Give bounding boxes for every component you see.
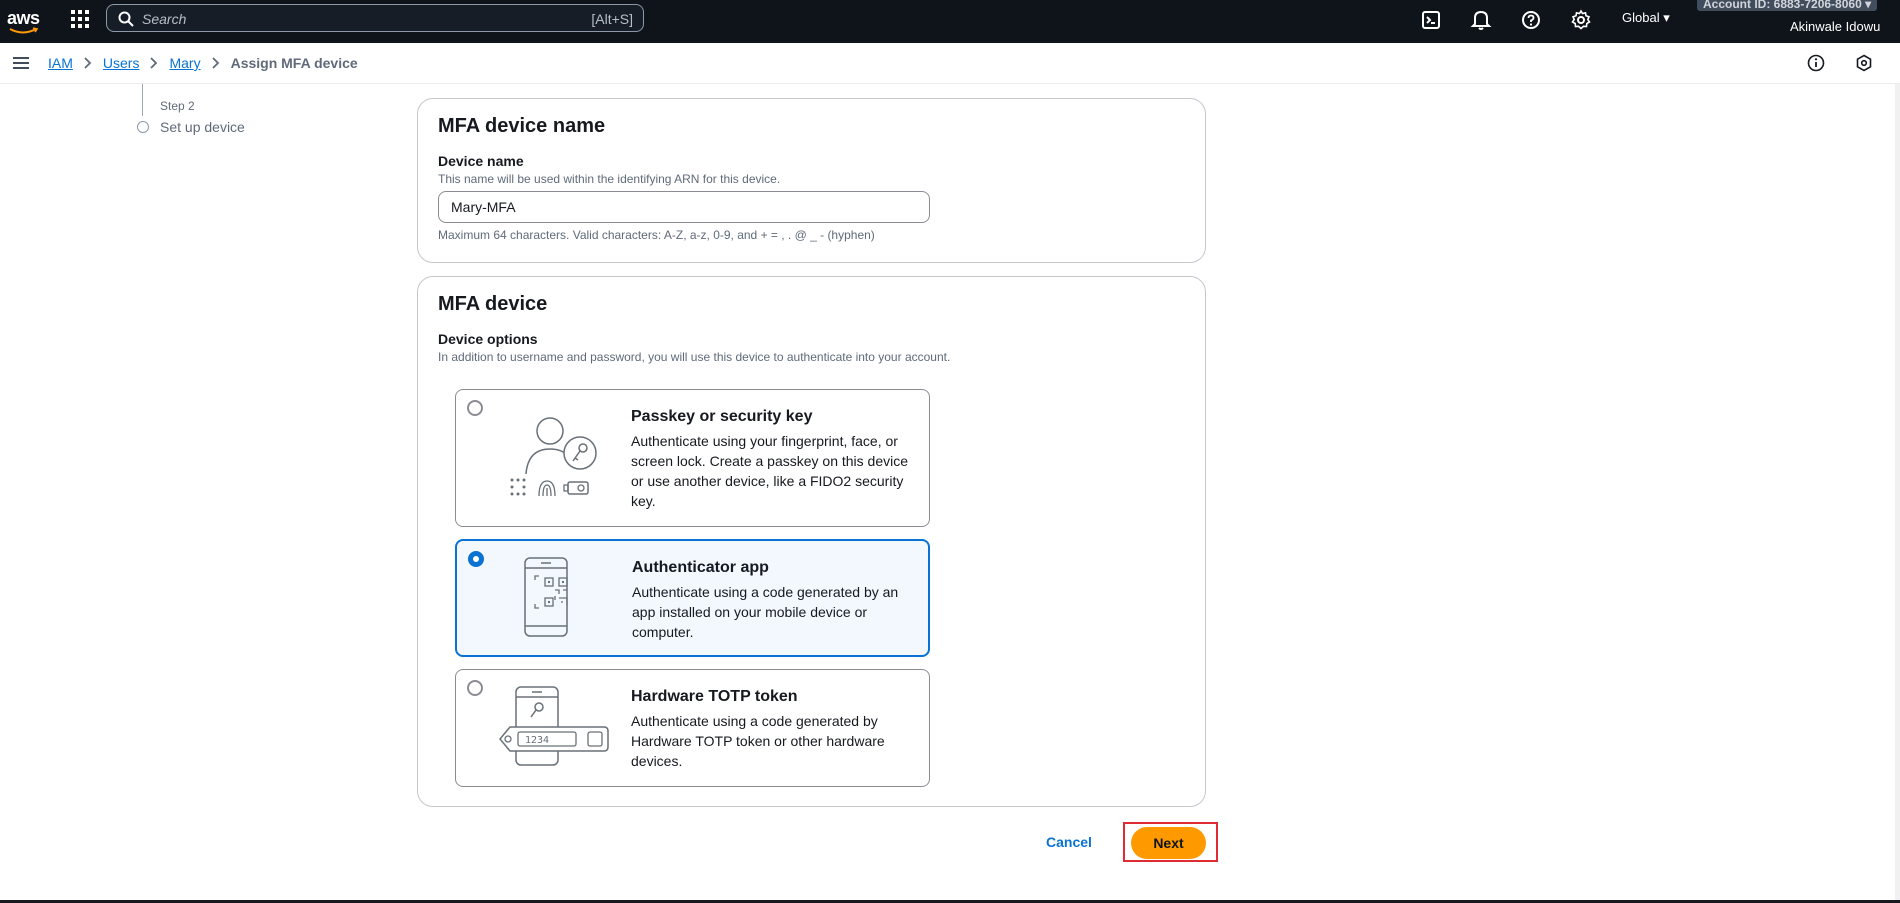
feedback-hexagon-icon[interactable] [1855, 54, 1873, 72]
help-icon[interactable] [1520, 9, 1542, 31]
device-name-label: Device name [438, 153, 524, 169]
authenticator-app-radio[interactable] [468, 551, 484, 567]
breadcrumb-mary[interactable]: Mary [169, 55, 200, 71]
option-title: Authenticator app [632, 559, 769, 576]
cloudshell-icon[interactable] [1421, 9, 1443, 31]
top-navigation: aws Search [Alt+S] Global ▾ Account ID: … [0, 0, 1900, 43]
settings-gear-icon[interactable] [1570, 9, 1592, 31]
next-button[interactable]: Next [1131, 827, 1206, 859]
hardware-totp-radio[interactable] [467, 680, 483, 696]
breadcrumb: IAM Users Mary Assign MFA device [48, 55, 358, 71]
mfa-device-name-panel: MFA device name Device name This name wi… [417, 98, 1206, 263]
option-description: Authenticate using a code generated by H… [631, 713, 885, 769]
device-name-description: This name will be used within the identi… [438, 172, 781, 186]
step-title[interactable]: Set up device [160, 119, 245, 135]
info-icon[interactable] [1807, 54, 1825, 72]
panel-heading: MFA device name [438, 115, 606, 137]
step-connector-line [142, 84, 143, 116]
search-icon [118, 11, 134, 27]
search-shortcut-hint: [Alt+S] [591, 11, 633, 27]
search-placeholder: Search [142, 11, 187, 27]
step-number: Step 2 [160, 99, 195, 113]
panel-heading: MFA device [438, 293, 548, 315]
breadcrumb-current: Assign MFA device [230, 55, 358, 71]
device-options-label: Device options [438, 331, 538, 347]
option-title: Passkey or security key [631, 408, 813, 425]
chevron-right-icon [211, 57, 221, 69]
services-menu-icon[interactable] [71, 10, 89, 28]
option-description: Authenticate using your fingerprint, fac… [631, 433, 909, 509]
step-indicator-icon [137, 121, 149, 133]
user-name[interactable]: Akinwale Idowu [1790, 19, 1880, 34]
passkey-illustration-icon [510, 417, 597, 497]
device-name-constraint: Maximum 64 characters. Valid characters:… [438, 228, 875, 242]
option-authenticator-app-tile[interactable]: Authenticator app Authenticate using a c… [455, 539, 930, 657]
mfa-device-panel: MFA device Device options In addition to… [417, 276, 1206, 807]
passkey-radio[interactable] [467, 400, 483, 416]
breadcrumb-bar: IAM Users Mary Assign MFA device [0, 43, 1900, 84]
chevron-right-icon [83, 57, 93, 69]
device-options-description: In addition to username and password, yo… [438, 350, 951, 364]
search-input[interactable]: Search [Alt+S] [106, 4, 644, 32]
breadcrumb-users[interactable]: Users [103, 55, 140, 71]
option-passkey-tile[interactable]: Passkey or security key Authenticate usi… [455, 389, 930, 527]
region-selector[interactable]: Global ▾ [1622, 10, 1670, 26]
cancel-button[interactable]: Cancel [1046, 834, 1092, 850]
device-name-input[interactable] [438, 191, 930, 223]
option-hardware-totp-tile[interactable]: 1234 Hardware TOTP token Authenticate us… [455, 669, 930, 787]
breadcrumb-iam[interactable]: IAM [48, 55, 73, 71]
aws-logo[interactable]: aws [6, 5, 42, 37]
option-title: Hardware TOTP token [631, 688, 798, 705]
notifications-bell-icon[interactable] [1470, 9, 1492, 31]
account-id-menu[interactable]: Account ID: 6883-7206-8060 ▾ [1697, 0, 1878, 11]
page-scrollbar[interactable] [1895, 84, 1900, 903]
aws-logo-text: aws [7, 8, 40, 28]
hamburger-menu-icon[interactable] [13, 57, 29, 69]
aws-smile-icon [9, 27, 39, 34]
chevron-right-icon [149, 57, 159, 69]
token-display-text: 1234 [525, 735, 549, 746]
authenticator-app-illustration-icon [524, 557, 568, 637]
option-description: Authenticate using a code generated by a… [632, 584, 899, 640]
hardware-totp-illustration-icon: 1234 [499, 686, 609, 766]
